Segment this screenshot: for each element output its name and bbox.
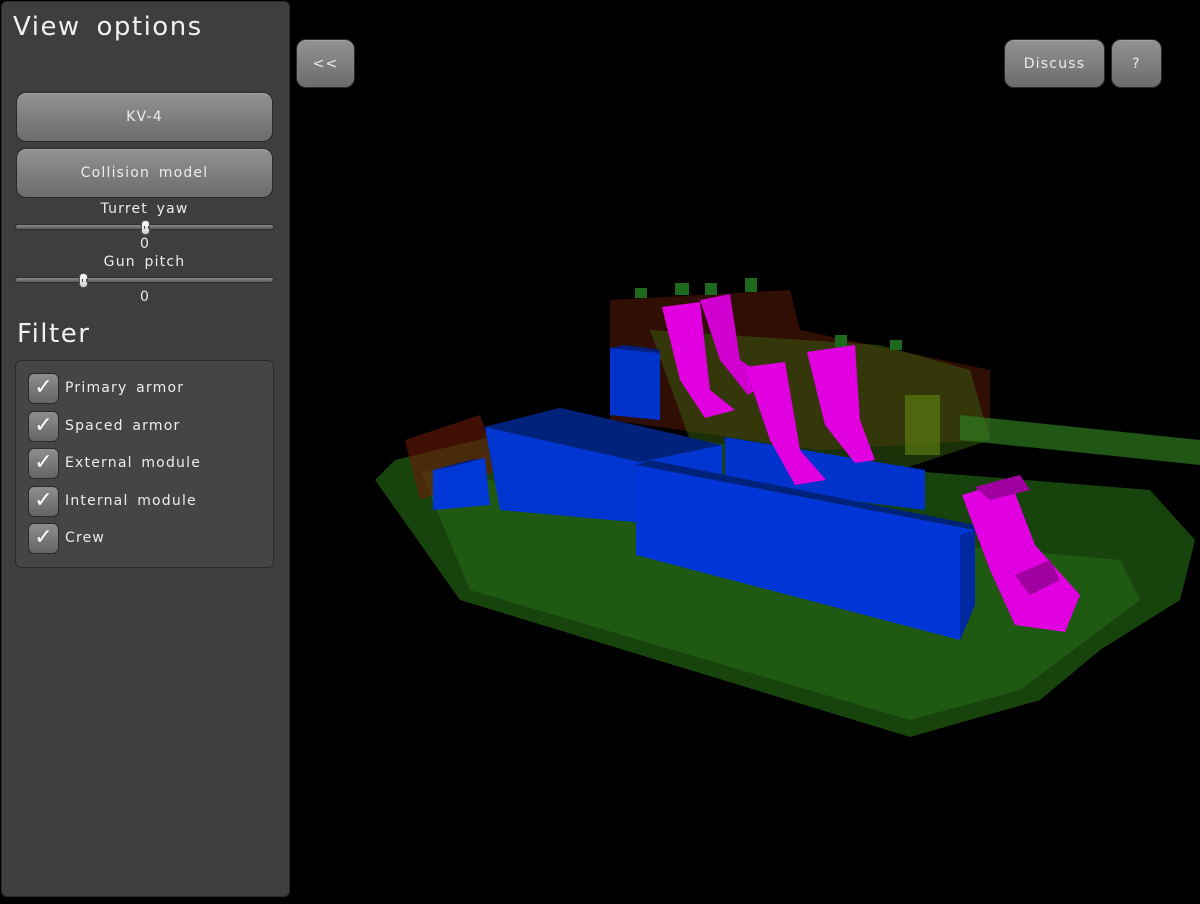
- filter-crew[interactable]: ✓ Crew: [28, 522, 105, 554]
- filter-label: Spaced armor: [65, 418, 181, 434]
- checkmark-icon: ✓: [34, 375, 53, 400]
- gun-pitch-label: Gun pitch: [103, 254, 186, 270]
- spaced-armor-checkbox[interactable]: ✓: [28, 410, 59, 442]
- gun-pitch-slider-handle[interactable]: [78, 273, 88, 288]
- filter-internal-module[interactable]: ✓ Internal module: [28, 485, 197, 517]
- turret-yaw-slider-handle[interactable]: [140, 220, 150, 235]
- crew-checkbox[interactable]: ✓: [28, 522, 59, 554]
- filter-external-module[interactable]: ✓ External module: [28, 447, 201, 479]
- gun-pitch-slider[interactable]: [15, 273, 274, 288]
- hatch: [890, 340, 902, 350]
- gun-pitch-value: 0: [140, 289, 149, 305]
- gun-mantlet: [905, 395, 940, 455]
- view-options-panel: View options KV-4 Collision model Turret…: [1, 1, 290, 897]
- hatch: [705, 283, 717, 295]
- checkmark-icon: ✓: [34, 413, 53, 438]
- turret-yaw-slider[interactable]: [15, 220, 274, 235]
- discuss-button[interactable]: Discuss: [1004, 39, 1105, 88]
- internal-module-checkbox[interactable]: ✓: [28, 485, 59, 517]
- filter-title: Filter: [17, 319, 91, 349]
- hatch: [675, 283, 689, 295]
- turret-yaw-label: Turret yaw: [100, 201, 189, 217]
- primary-armor-checkbox[interactable]: ✓: [28, 372, 59, 404]
- tank-model-render: [375, 278, 1200, 737]
- filter-group: ✓ Primary armor ✓ Spaced armor ✓ Externa…: [15, 360, 274, 568]
- checkmark-icon: ✓: [34, 450, 53, 475]
- panel-title: View options: [13, 12, 203, 42]
- vehicle-select-button[interactable]: KV-4: [16, 92, 273, 142]
- checkmark-icon: ✓: [34, 488, 53, 513]
- hatch: [745, 278, 757, 292]
- filter-label: Crew: [65, 530, 106, 546]
- internal-module-turret: [610, 348, 660, 420]
- filter-label: Internal module: [65, 493, 197, 509]
- model-type-button[interactable]: Collision model: [16, 148, 273, 198]
- filter-label: Primary armor: [65, 380, 185, 396]
- collapse-panel-button[interactable]: <<: [296, 39, 355, 88]
- 3d-viewport[interactable]: [292, 0, 1200, 900]
- filter-label: External module: [65, 455, 202, 471]
- turret-yaw-value: 0: [140, 236, 149, 252]
- help-button[interactable]: ?: [1111, 39, 1162, 88]
- gun-barrel: [960, 415, 1200, 465]
- checkmark-icon: ✓: [34, 525, 53, 550]
- hatch: [635, 288, 647, 298]
- external-module-checkbox[interactable]: ✓: [28, 447, 59, 479]
- filter-primary-armor[interactable]: ✓ Primary armor: [28, 372, 184, 404]
- filter-spaced-armor[interactable]: ✓ Spaced armor: [28, 410, 180, 442]
- hatch: [835, 335, 847, 347]
